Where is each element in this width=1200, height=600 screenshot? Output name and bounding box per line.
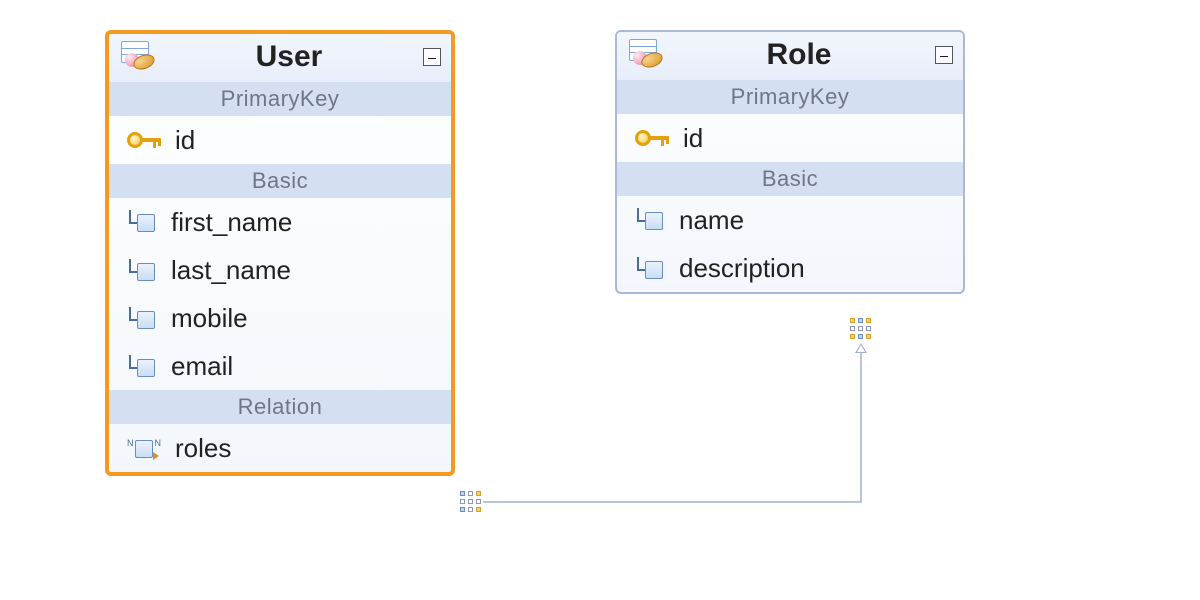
section-basic: Basic: [617, 162, 963, 196]
field-icon: [127, 259, 157, 283]
field-name: description: [679, 253, 805, 284]
field-name: last_name: [171, 255, 291, 286]
section-primarykey: PrimaryKey: [617, 80, 963, 114]
field-icon: [127, 355, 157, 379]
er-diagram-canvas[interactable]: User – PrimaryKey id Basic first_name la…: [0, 0, 1200, 600]
entity-title: Role: [663, 38, 935, 72]
connector-endpoint-source-icon[interactable]: [460, 491, 482, 513]
field-row[interactable]: name: [617, 196, 963, 244]
connector-arrowhead-icon: [855, 343, 867, 353]
field-icon: [635, 257, 665, 281]
field-row[interactable]: description: [617, 244, 963, 292]
section-basic: Basic: [109, 164, 451, 198]
entity-icon: [119, 41, 155, 73]
entity-header[interactable]: User –: [109, 34, 451, 82]
relation-icon: NN: [127, 436, 161, 460]
field-name: first_name: [171, 207, 292, 238]
primary-key-icon: [635, 127, 669, 149]
entity-role[interactable]: Role – PrimaryKey id Basic name descript…: [615, 30, 965, 294]
field-row[interactable]: id: [109, 116, 451, 164]
field-row[interactable]: last_name: [109, 246, 451, 294]
entity-header[interactable]: Role –: [617, 32, 963, 80]
field-name: id: [175, 125, 195, 156]
field-row[interactable]: id: [617, 114, 963, 162]
field-icon: [127, 307, 157, 331]
entity-user[interactable]: User – PrimaryKey id Basic first_name la…: [105, 30, 455, 476]
section-relation: Relation: [109, 390, 451, 424]
field-name: email: [171, 351, 233, 382]
field-icon: [127, 210, 157, 234]
field-name: name: [679, 205, 744, 236]
field-icon: [635, 208, 665, 232]
section-primarykey: PrimaryKey: [109, 82, 451, 116]
entity-title: User: [155, 40, 423, 74]
field-row[interactable]: first_name: [109, 198, 451, 246]
collapse-button[interactable]: –: [423, 48, 441, 66]
field-name: mobile: [171, 303, 248, 334]
field-name: id: [683, 123, 703, 154]
field-row[interactable]: mobile: [109, 294, 451, 342]
field-row[interactable]: email: [109, 342, 451, 390]
primary-key-icon: [127, 129, 161, 151]
collapse-button[interactable]: –: [935, 46, 953, 64]
relation-row[interactable]: NN roles: [109, 424, 451, 472]
connector-endpoint-target-icon[interactable]: [850, 318, 872, 340]
entity-icon: [627, 39, 663, 71]
relation-name: roles: [175, 433, 231, 464]
